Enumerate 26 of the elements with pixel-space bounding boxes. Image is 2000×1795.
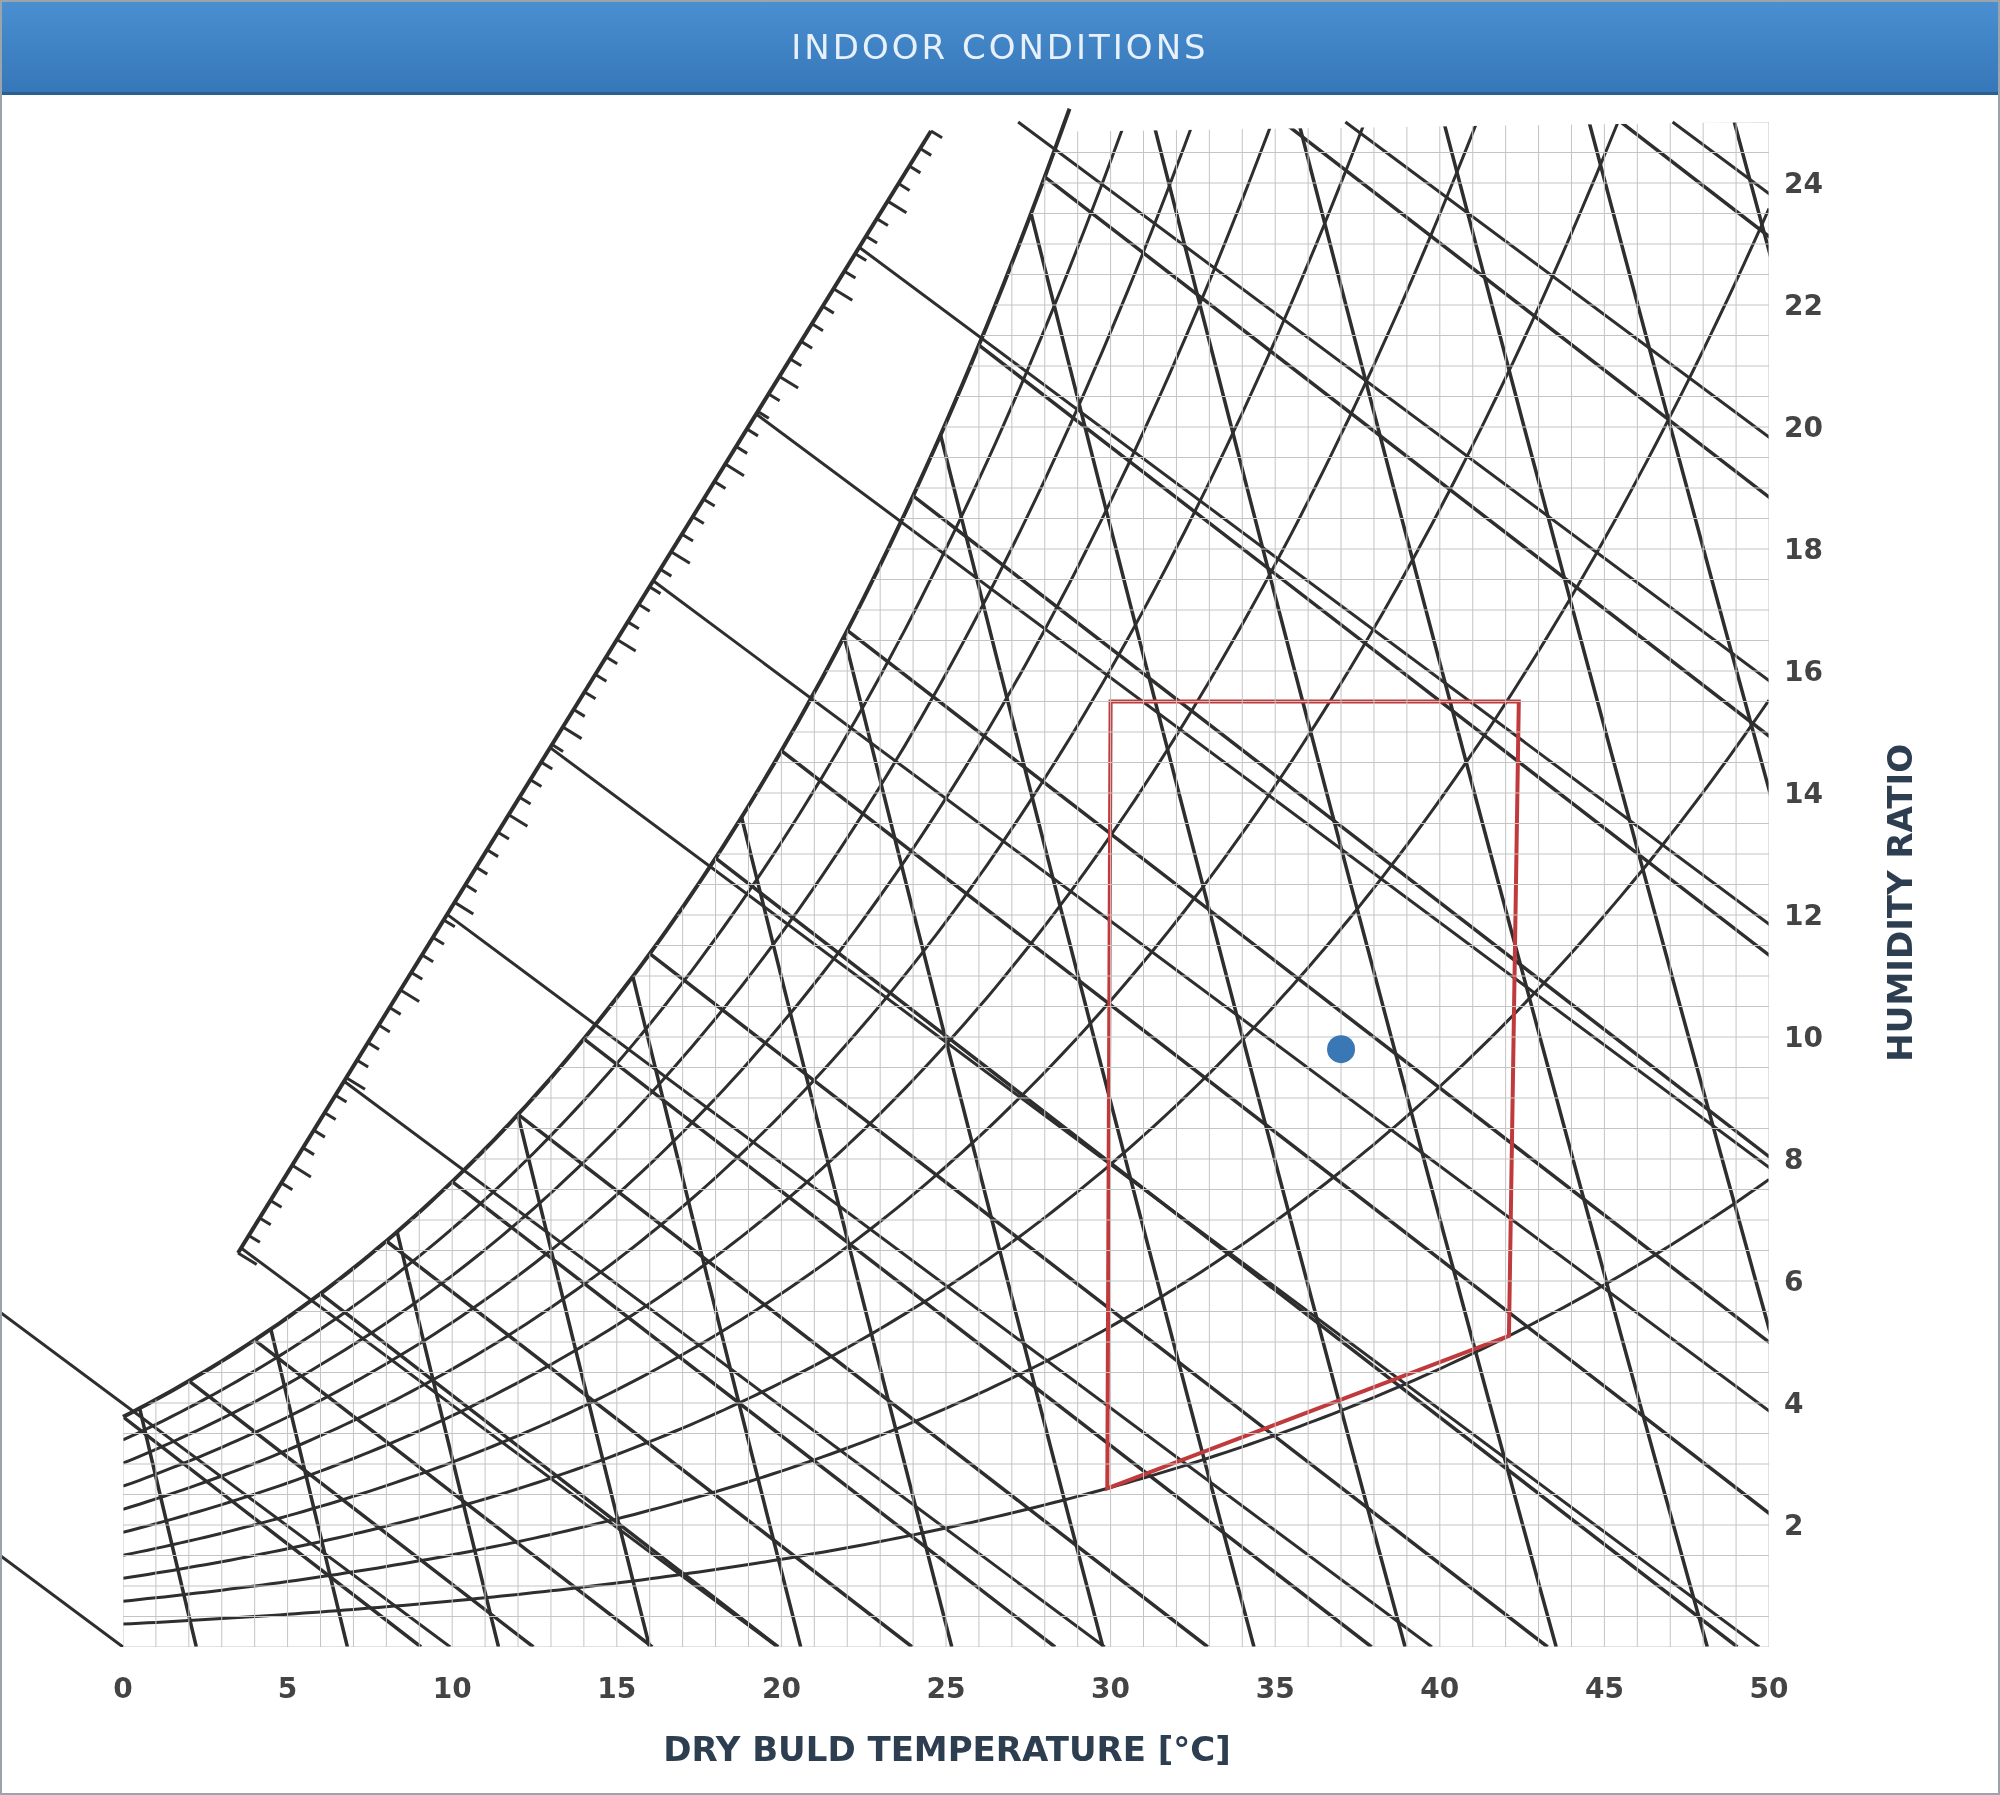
x-tick-label: 10 [432,1672,472,1705]
x-tick-label: 5 [277,1672,298,1705]
y-tick-label: 4 [1784,1387,1804,1420]
y-tick-label: 22 [1784,289,1823,322]
y-tick-label: 18 [1784,533,1823,566]
x-tick-label: 40 [1420,1672,1460,1705]
x-tick-label: 30 [1091,1672,1131,1705]
x-tick-label: 50 [1749,1672,1789,1705]
x-tick-label: 25 [926,1672,966,1705]
y-tick-label: 6 [1784,1265,1804,1298]
x-tick-label: 0 [113,1672,133,1705]
x-tick-label: 35 [1255,1672,1295,1705]
y-tick-label: 20 [1784,411,1823,444]
x-tick-label: 45 [1584,1672,1624,1705]
y-tick-label: 2 [1784,1509,1804,1542]
y-tick-label: 14 [1784,777,1823,810]
x-axis-title: DRY BULD TEMPERATURE [°C] [663,1729,1231,1769]
y-tick-label: 8 [1784,1143,1804,1176]
x-tick-label: 15 [597,1672,637,1705]
y-tick-label: 12 [1784,899,1823,932]
y-axis-title: HUMIDITY RATIO [1880,743,1920,1062]
title-text: INDOOR CONDITIONS [791,27,1209,67]
y-tick-label: 10 [1784,1021,1823,1054]
x-tick-label: 20 [761,1672,801,1705]
y-tick-label: 16 [1784,655,1823,688]
y-tick-label: 24 [1784,167,1823,200]
